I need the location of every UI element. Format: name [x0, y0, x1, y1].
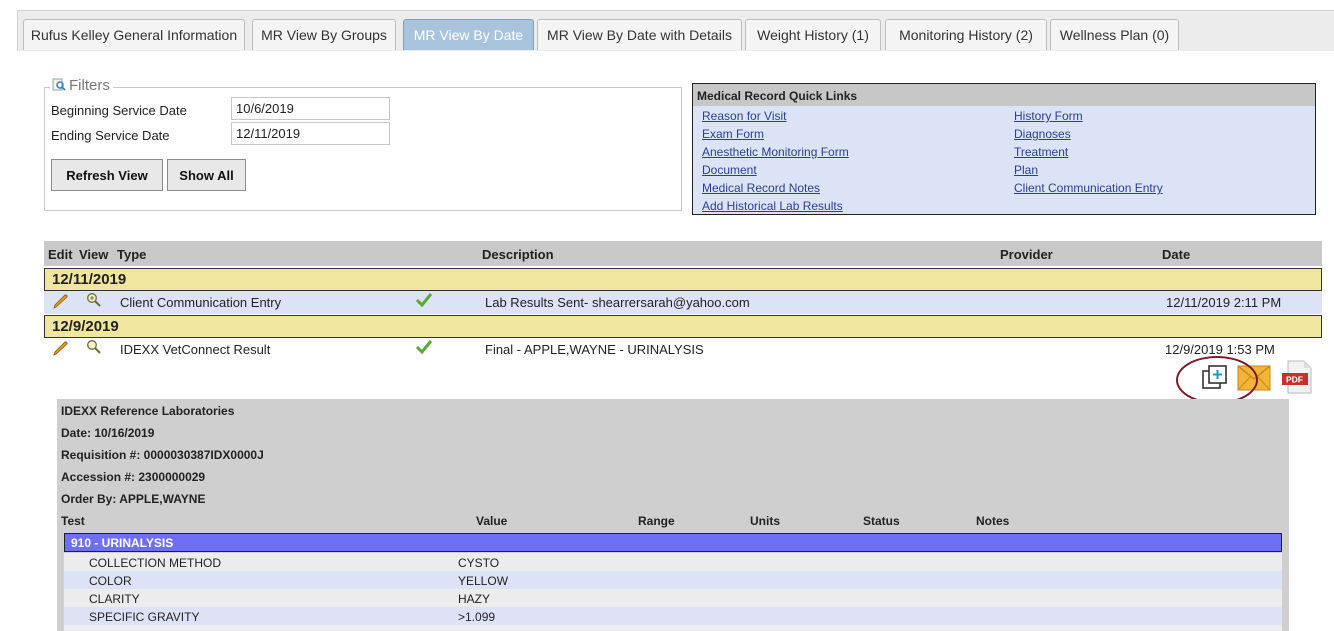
col-view: View	[79, 247, 109, 262]
tab-mr-view-by-date-details[interactable]: MR View By Date with Details	[537, 19, 742, 50]
date-group-row: 12/9/2019	[44, 315, 1322, 338]
result-value: YELLOW	[458, 574, 509, 588]
result-test: CLARITY	[89, 592, 140, 606]
record-description: Final - APPLE,WAYNE - URINALYSIS	[485, 342, 704, 357]
quick-links-title: Medical Record Quick Links	[693, 84, 1315, 106]
record-row[interactable]: IDEXX VetConnect Result Final - APPLE,WA…	[44, 338, 1322, 361]
date-group-row: 12/11/2019	[44, 268, 1322, 291]
report-accession: Accession #: 2300000029	[61, 470, 206, 484]
magnifier-icon[interactable]	[86, 339, 102, 355]
report-lab-name: IDEXX Reference Laboratories	[61, 404, 235, 418]
result-row: COLLECTION METHOD CYSTO	[64, 553, 1282, 571]
report-col-test: Test	[61, 514, 85, 528]
result-value: CYSTO	[458, 556, 500, 570]
filters-legend: Filters	[50, 76, 113, 96]
report-date: Date: 10/16/2019	[61, 426, 155, 440]
filters-legend-text: Filters	[69, 77, 110, 94]
record-row[interactable]: Client Communication Entry Lab Results S…	[44, 291, 1322, 314]
records-grid-header: Edit View Type Description Provider Date	[44, 241, 1322, 266]
link-add-historical-lab-results[interactable]: Add Historical Lab Results	[702, 199, 843, 213]
filter-magnifier-icon	[52, 78, 66, 91]
link-history-form[interactable]: History Form	[1014, 109, 1083, 123]
result-row-partial	[64, 625, 1282, 631]
link-anesthetic-monitoring-form[interactable]: Anesthetic Monitoring Form	[702, 145, 849, 159]
lab-report-panel: IDEXX Reference Laboratories Date: 10/16…	[57, 399, 1289, 631]
report-col-units: Units	[750, 514, 780, 528]
link-client-communication-entry[interactable]: Client Communication Entry	[1014, 181, 1163, 195]
refresh-view-button[interactable]: Refresh View	[51, 159, 163, 191]
col-type: Type	[117, 247, 147, 262]
tab-mr-view-by-date[interactable]: MR View By Date	[403, 19, 534, 50]
result-row: CLARITY HAZY	[64, 589, 1282, 607]
report-col-notes: Notes	[976, 514, 1010, 528]
beginning-date-label: Beginning Service Date	[51, 103, 187, 118]
report-order-by: Order By: APPLE,WAYNE	[61, 492, 206, 506]
record-date: 12/9/2019 1:53 PM	[1165, 342, 1275, 357]
col-date: Date	[1162, 247, 1191, 262]
result-row: SPECIFIC GRAVITY >1.099	[64, 607, 1282, 625]
tab-bar: Rufus Kelley General Information MR View…	[17, 11, 1334, 51]
tab-monitoring-history[interactable]: Monitoring History (2)	[885, 19, 1047, 50]
link-medical-record-notes[interactable]: Medical Record Notes	[702, 181, 820, 195]
checkmark-icon	[415, 293, 433, 307]
result-value: >1.099	[458, 610, 496, 624]
show-all-button[interactable]: Show All	[167, 159, 246, 191]
result-row: COLOR YELLOW	[64, 571, 1282, 589]
beginning-date-input[interactable]	[231, 97, 390, 120]
link-diagnoses[interactable]: Diagnoses	[1014, 127, 1071, 141]
record-date: 12/11/2019 2:11 PM	[1166, 295, 1282, 310]
report-col-status: Status	[863, 514, 900, 528]
ending-date-label: Ending Service Date	[51, 128, 170, 143]
tab-mr-view-by-groups[interactable]: MR View By Groups	[252, 19, 396, 50]
pencil-icon[interactable]	[53, 341, 70, 356]
result-value: HAZY	[458, 592, 491, 606]
record-type: Client Communication Entry	[120, 295, 282, 310]
result-test: COLLECTION METHOD	[89, 556, 222, 570]
tab-wellness-plan[interactable]: Wellness Plan (0)	[1050, 19, 1179, 50]
tab-general-information[interactable]: Rufus Kelley General Information	[23, 19, 245, 50]
report-col-range: Range	[638, 514, 675, 528]
col-edit: Edit	[48, 247, 73, 262]
ending-date-input[interactable]	[231, 122, 390, 145]
col-description: Description	[482, 247, 554, 262]
record-type: IDEXX VetConnect Result	[120, 342, 271, 357]
magnifier-icon[interactable]	[86, 292, 102, 308]
result-test: COLOR	[89, 574, 132, 588]
tab-weight-history[interactable]: Weight History (1)	[745, 19, 881, 50]
quick-links-panel: Medical Record Quick Links Reason for Vi…	[692, 83, 1316, 215]
highlight-ring	[1176, 356, 1258, 404]
link-reason-for-visit[interactable]: Reason for Visit	[702, 109, 787, 123]
report-col-value: Value	[476, 514, 508, 528]
svg-text:PDF: PDF	[1286, 375, 1303, 385]
pdf-icon[interactable]: PDF	[1280, 360, 1314, 394]
link-treatment[interactable]: Treatment	[1014, 145, 1068, 159]
link-document[interactable]: Document	[702, 163, 757, 177]
result-test: SPECIFIC GRAVITY	[89, 610, 200, 624]
col-provider: Provider	[1000, 247, 1053, 262]
link-exam-form[interactable]: Exam Form	[702, 127, 764, 141]
report-section-header: 910 - URINALYSIS	[64, 533, 1282, 552]
pencil-icon[interactable]	[53, 294, 70, 309]
report-requisition: Requisition #: 0000030387IDX0000J	[61, 448, 264, 462]
link-plan[interactable]: Plan	[1014, 163, 1038, 177]
record-description: Lab Results Sent- shearrersarah@yahoo.co…	[485, 295, 750, 310]
checkmark-icon	[415, 340, 433, 354]
